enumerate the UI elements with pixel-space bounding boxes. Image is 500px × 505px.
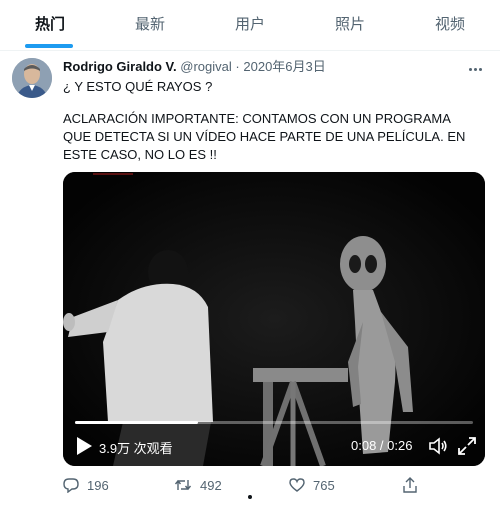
fullscreen-icon[interactable]	[457, 436, 477, 456]
play-icon[interactable]	[75, 436, 93, 456]
pagination-dot	[248, 495, 252, 499]
avatar-image	[12, 58, 52, 98]
tab-hot[interactable]: 热门	[0, 0, 100, 50]
tweet-text-body: ACLARACIÓN IMPORTANTE: CONTAMOS CON UN P…	[63, 111, 466, 162]
retweet-count: 492	[200, 477, 222, 493]
video-player[interactable]: 3.9万 次观看 0:08 / 0:26	[63, 172, 485, 466]
tab-videos[interactable]: 视频	[400, 0, 500, 50]
share-button[interactable]	[402, 474, 426, 496]
more-dots-icon[interactable]	[468, 58, 488, 74]
separator: ·	[235, 59, 240, 74]
share-icon	[403, 477, 417, 493]
volume-icon[interactable]	[428, 436, 448, 456]
like-button[interactable]: 765	[289, 474, 335, 496]
like-icon	[289, 478, 305, 492]
like-count: 765	[313, 477, 335, 493]
video-progress-bar[interactable]	[75, 421, 473, 424]
reply-count: 196	[87, 477, 109, 493]
reply-button[interactable]: 196	[63, 474, 109, 496]
retweet-button[interactable]: 492	[174, 474, 222, 496]
reply-icon	[63, 478, 79, 493]
video-progress-fill	[75, 421, 199, 424]
tab-users[interactable]: 用户	[200, 0, 300, 50]
avatar[interactable]	[12, 58, 52, 98]
active-tab-indicator	[25, 44, 73, 48]
tweet-header: Rodrigo Giraldo V. @rogival · 2020年6月3日	[63, 59, 326, 75]
author-name[interactable]: Rodrigo Giraldo V.	[63, 59, 177, 74]
top-tabs: 热门 最新 用户 照片 视频	[0, 0, 500, 51]
tab-photos[interactable]: 照片	[300, 0, 400, 50]
video-time: 0:08 / 0:26	[351, 438, 413, 453]
tweet-text-title: ¿ Y ESTO QUÉ RAYOS ?	[63, 79, 213, 94]
retweet-icon	[174, 479, 192, 491]
tab-latest[interactable]: 最新	[100, 0, 200, 50]
author-handle[interactable]: @rogival	[180, 59, 232, 74]
tweet-date[interactable]: 2020年6月3日	[243, 59, 325, 74]
view-count: 3.9万 次观看	[99, 441, 173, 456]
